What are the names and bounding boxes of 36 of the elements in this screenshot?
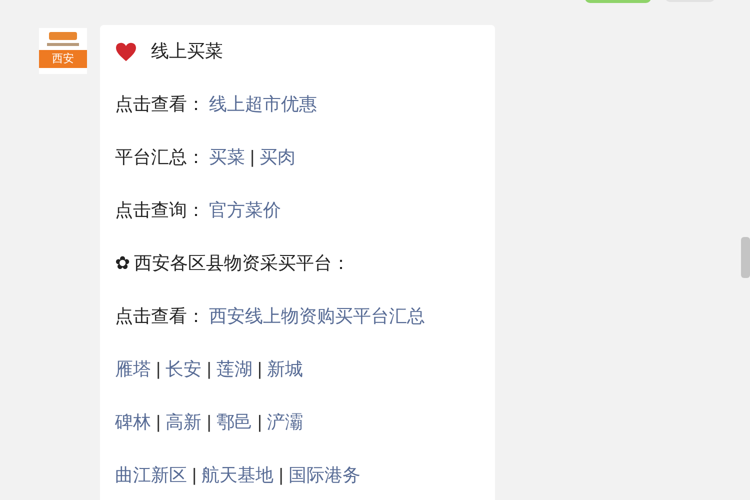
heart-icon [115, 42, 137, 62]
link[interactable]: 碑林 [115, 409, 151, 436]
separator: | [192, 464, 197, 487]
separator: | [156, 358, 161, 381]
link[interactable]: 国际港务 [288, 462, 360, 489]
link[interactable]: 鄠邑 [216, 409, 252, 436]
separator: | [156, 411, 161, 434]
message-text: 点击查询： [115, 199, 205, 222]
link[interactable]: 新城 [267, 356, 304, 383]
link[interactable]: 官方菜价 [209, 197, 281, 224]
message-text: 平台汇总： [115, 146, 205, 169]
separator: | [206, 411, 212, 434]
link[interactable]: 莲湖 [216, 356, 252, 383]
separator: | [257, 411, 262, 434]
link[interactable]: 西安线上物资购买平台汇总 [209, 303, 425, 330]
avatar-label: 西安 [39, 50, 87, 68]
message-text: 西安各区县物资采买平台： [134, 252, 350, 275]
avatar[interactable]: 西安 [39, 28, 87, 74]
link[interactable]: 航天基地 [202, 462, 274, 489]
separator: | [278, 464, 284, 487]
link[interactable]: 浐灞 [267, 409, 304, 436]
link[interactable]: 曲江新区 [115, 462, 187, 489]
separator: | [257, 358, 262, 381]
scrollbar-thumb[interactable] [741, 237, 750, 278]
message-text: 点击查看： [115, 93, 205, 116]
message-text: ✿ [115, 252, 130, 275]
link[interactable]: 买菜 [209, 144, 245, 171]
separator: | [250, 146, 255, 169]
link[interactable]: 买肉 [260, 144, 296, 171]
link[interactable]: 长安 [166, 356, 202, 383]
separator: | [206, 358, 212, 381]
message-text: 点击查看： [115, 305, 205, 328]
message-text: 线上买菜 [151, 40, 223, 63]
link[interactable]: 线上超市优惠 [209, 91, 317, 118]
link[interactable]: 雁塔 [115, 356, 151, 383]
link[interactable]: 高新 [166, 409, 202, 436]
